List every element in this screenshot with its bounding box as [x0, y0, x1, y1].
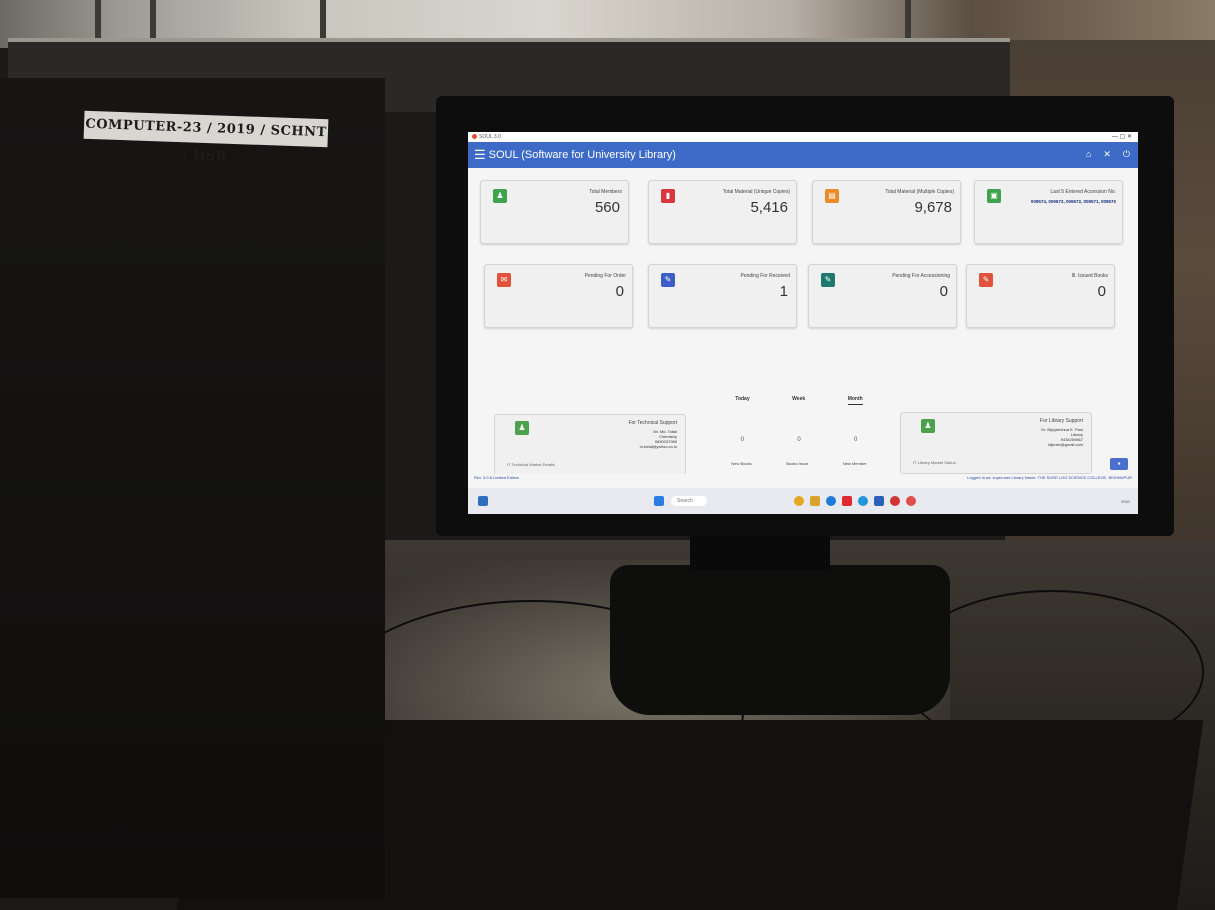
stat-value: 0: [853, 437, 858, 443]
card-label: Ill. Issued Books: [1071, 273, 1108, 279]
stat-value: 0: [797, 437, 801, 443]
windows-taskbar: Search ENG: [468, 488, 1138, 514]
status-bar: Rev. 3.0.6 Limited Edition Logged In as:…: [468, 474, 1138, 482]
cpu-tower: COMPUTER-23 / 2019 / SCHNT / HSR: [0, 78, 385, 898]
support-contact: Dr. Bijoykrishna K. Paul Library 9434259…: [1041, 427, 1083, 447]
hamburger-menu-icon[interactable]: ☰: [474, 147, 486, 163]
card-label: Pending For Order: [584, 273, 626, 279]
edge-icon[interactable]: [825, 496, 836, 506]
card-value: 0: [939, 283, 948, 300]
dashboard: ♟ Total Members 560 ▮ Total Material (Un…: [468, 168, 1138, 476]
members-icon: ♟: [493, 189, 507, 203]
support-line: m.tofail@yahoo.co.in: [639, 444, 677, 449]
tab-week[interactable]: Week: [792, 396, 805, 405]
support-link[interactable]: IT Library Market Status: [913, 460, 956, 465]
soul-taskbar-icon-2[interactable]: [905, 496, 916, 506]
order-icon: ✉: [497, 273, 511, 287]
monitor-stand-neck: [690, 530, 830, 570]
support-title: For Library Support: [1039, 418, 1083, 424]
card-multiple-copies[interactable]: ▤ Total Material (Multiple Copies) 9,678: [812, 180, 961, 244]
window-chrome: SOUL 3.0 — ▢ ✕: [468, 132, 1138, 142]
home-icon[interactable]: ⌂: [1086, 149, 1091, 160]
file-explorer-icon[interactable]: [809, 496, 820, 506]
issued-icon: ✎: [979, 273, 993, 287]
accessioning-icon: ✎: [821, 273, 835, 287]
card-label: Pending For Accessioning: [892, 273, 950, 279]
chrome-icon[interactable]: [793, 496, 804, 506]
card-value: 0: [1097, 283, 1106, 300]
card-pending-accessioning[interactable]: ✎ Pending For Accessioning 0: [808, 264, 957, 328]
header-icons: ⌂ ✕ ⏻: [1086, 149, 1130, 160]
card-label: Pending For Received: [740, 273, 790, 279]
window-controls[interactable]: — ▢ ✕: [1112, 132, 1132, 142]
stat-labels: New Books Books Issue New Member: [714, 461, 884, 466]
card-value: 560: [594, 199, 620, 216]
tab-month[interactable]: Month: [847, 396, 863, 405]
window-title: SOUL 3.0: [479, 134, 501, 140]
stat-label: New Books: [731, 461, 752, 466]
soul-taskbar-icon[interactable]: [889, 496, 900, 506]
stat-value: 0: [740, 437, 744, 443]
monitor-screen: SOUL 3.0 — ▢ ✕ ☰ SOUL (Software for Univ…: [468, 132, 1138, 514]
card-last-accession[interactable]: ▣ Last 5 Entered Accession No. 009574, 0…: [974, 180, 1123, 244]
books-icon: ▤: [825, 189, 839, 203]
login-info: Logged In as: superuser Library Name: TH…: [967, 475, 1132, 480]
card-value: 0: [615, 283, 624, 300]
book-icon: ▮: [661, 189, 675, 203]
card-label: Last 5 Entered Accession No.: [1050, 189, 1116, 195]
received-icon: ✎: [661, 273, 675, 287]
support-title: For Technical Support: [628, 420, 677, 426]
library-support-panel: ♟ For Library Support Dr. Bijoykrishna K…: [900, 412, 1092, 474]
accession-icon: ▣: [987, 189, 1001, 203]
power-icon[interactable]: ⏻: [1123, 149, 1130, 160]
card-value: 9,678: [914, 199, 952, 216]
card-label: Total Material (Multiple Copies): [885, 189, 954, 195]
support-user-icon: ♟: [515, 421, 529, 435]
support-line: bijkrisb@gmail.com: [1048, 442, 1083, 447]
tools-icon[interactable]: ✕: [1103, 149, 1111, 160]
activity-stats: Today Week Month 0 0 0 New Books Books I…: [714, 396, 884, 476]
app-header: ☰ SOUL (Software for University Library)…: [468, 142, 1138, 168]
monitor-stand-base: [610, 565, 950, 715]
desktop-widget-icon[interactable]: [478, 496, 488, 506]
chat-button[interactable]: ▪: [1110, 458, 1128, 470]
card-ill-issued[interactable]: ✎ Ill. Issued Books 0: [966, 264, 1115, 328]
app-title: SOUL (Software for University Library): [488, 149, 676, 161]
technical-support-panel: ♟ For Technical Support Mr. Md. Tofail C…: [494, 414, 686, 476]
app-logo-icon: [472, 134, 477, 140]
tab-today[interactable]: Today: [735, 396, 749, 405]
support-contact: Mr. Md. Tofail Chemistry 9830037989 m.to…: [640, 429, 677, 449]
card-value: 5,416: [750, 199, 788, 216]
asset-sticker: COMPUTER-23 / 2019 / SCHNT / HSR: [83, 110, 329, 165]
card-unique-copies[interactable]: ▮ Total Material (Unique Copies) 5,416: [648, 180, 797, 244]
card-label: Total Material (Unique Copies): [722, 189, 790, 195]
version-text: Rev. 3.0.6 Limited Edition: [474, 475, 520, 480]
app-icon[interactable]: [857, 496, 868, 506]
card-pending-received[interactable]: ✎ Pending For Received 1: [648, 264, 797, 328]
start-icon[interactable]: [654, 496, 664, 506]
system-tray[interactable]: ENG: [1121, 499, 1130, 504]
card-pending-order[interactable]: ✉ Pending For Order 0: [484, 264, 633, 328]
stat-label: Books Issue: [786, 461, 809, 466]
taskbar-search[interactable]: Search: [671, 496, 707, 506]
stat-label: New Member: [842, 461, 867, 466]
support-link[interactable]: IT Technical Market Details: [507, 462, 555, 467]
card-value: 009574, 009573, 009572, 009571, 009570: [1030, 199, 1116, 204]
card-label: Total Members: [589, 189, 622, 195]
stat-tabs: Today Week Month: [714, 396, 884, 405]
stat-values: 0 0 0: [714, 437, 884, 443]
youtube-icon[interactable]: [841, 496, 852, 506]
card-value: 1: [779, 283, 788, 300]
store-icon[interactable]: [873, 496, 884, 506]
card-total-members[interactable]: ♟ Total Members 560: [480, 180, 629, 244]
support-user-icon: ♟: [921, 419, 935, 433]
